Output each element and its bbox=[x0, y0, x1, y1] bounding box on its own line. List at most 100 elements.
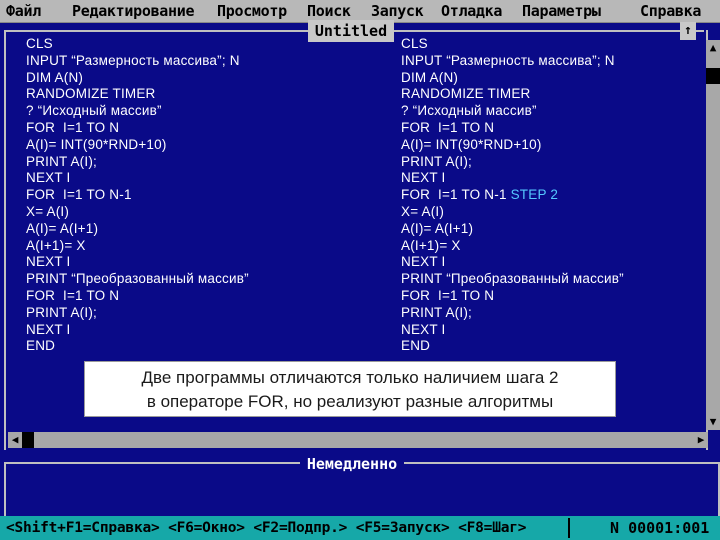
code-line-text: X= A(I) bbox=[26, 203, 70, 219]
code-line[interactable]: NEXT I bbox=[26, 322, 249, 339]
code-line[interactable]: CLS bbox=[401, 36, 624, 53]
code-left-column[interactable]: CLS INPUT “Размерность массива”; N DIM A(N… bbox=[26, 36, 249, 355]
code-line-text: NEXT I bbox=[401, 254, 446, 270]
code-line[interactable]: NEXT I bbox=[401, 170, 624, 187]
code-line-text: DIM A(N) bbox=[401, 69, 459, 85]
code-line-text: FOR I=1 TO N-1 bbox=[401, 187, 507, 203]
code-line-text: A(I+1)= X bbox=[26, 237, 86, 253]
menu-edit[interactable]: Редактирование bbox=[72, 1, 195, 21]
code-line[interactable]: FOR I=1 TO N-1 bbox=[26, 187, 249, 204]
vertical-scrollbar[interactable]: ▲ ▼ bbox=[706, 40, 720, 430]
status-divider bbox=[568, 518, 570, 538]
code-line-text: INPUT “Размерность массива”; N bbox=[401, 52, 615, 68]
code-line-text: FOR I=1 TO N bbox=[26, 287, 120, 303]
menu-help[interactable]: Справка bbox=[640, 1, 701, 21]
code-line[interactable]: PRINT A(I); bbox=[401, 305, 624, 322]
code-line[interactable]: A(I)= A(I+1) bbox=[401, 221, 624, 238]
code-line[interactable]: NEXT I bbox=[401, 322, 624, 339]
code-line[interactable]: FOR I=1 TO N bbox=[401, 120, 624, 137]
immediate-window[interactable] bbox=[4, 464, 720, 516]
code-line-text: FOR I=1 TO N bbox=[401, 119, 495, 135]
menu-debug[interactable]: Отладка bbox=[441, 1, 502, 21]
code-line[interactable]: A(I)= INT(90*RND+10) bbox=[26, 137, 249, 154]
code-line[interactable]: A(I+1)= X bbox=[401, 238, 624, 255]
menu-run[interactable]: Запуск bbox=[371, 1, 424, 21]
code-line[interactable]: PRINT A(I); bbox=[26, 154, 249, 171]
code-line-text: FOR I=1 TO N bbox=[401, 287, 495, 303]
code-line[interactable]: FOR I=1 TO N bbox=[26, 120, 249, 137]
cursor-position: N 00001:001 bbox=[610, 516, 709, 540]
code-line-text: A(I)= A(I+1) bbox=[26, 220, 99, 236]
code-line[interactable]: PRINT “Преобразованный массив” bbox=[401, 271, 624, 288]
status-bar: <Shift+F1=Справка> <F6=Окно> <F2=Подпр.>… bbox=[0, 516, 720, 540]
arrow-left-icon[interactable]: ◀ bbox=[8, 432, 22, 448]
code-right-column[interactable]: CLS INPUT “Размерность массива”; N DIM A(N… bbox=[401, 36, 624, 355]
code-line[interactable]: X= A(I) bbox=[26, 204, 249, 221]
code-line-text: INPUT “Размерность массива”; N bbox=[26, 52, 240, 68]
code-line[interactable]: A(I+1)= X bbox=[26, 238, 249, 255]
code-line[interactable]: INPUT “Размерность массива”; N bbox=[401, 53, 624, 70]
code-line-text: NEXT I bbox=[26, 321, 71, 337]
code-line[interactable]: CLS bbox=[26, 36, 249, 53]
code-line-text: A(I)= INT(90*RND+10) bbox=[26, 136, 167, 152]
code-line[interactable]: NEXT I bbox=[26, 170, 249, 187]
code-line-text: ? “Исходный массив” bbox=[401, 103, 537, 119]
code-line[interactable]: FOR I=1 TO N bbox=[26, 288, 249, 305]
code-line[interactable]: RANDOMIZE TIMER bbox=[26, 86, 249, 103]
code-line-text: PRINT “Преобразованный массив” bbox=[26, 271, 249, 287]
code-line-text: PRINT A(I); bbox=[401, 153, 472, 169]
menu-search[interactable]: Поиск bbox=[307, 1, 351, 21]
status-mode: N bbox=[610, 519, 620, 537]
step-keyword-highlight: STEP 2 bbox=[506, 187, 559, 203]
code-line-text: PRINT A(I); bbox=[26, 153, 97, 169]
window-title[interactable]: Untitled bbox=[308, 20, 394, 42]
code-line[interactable]: RANDOMIZE TIMER bbox=[401, 86, 624, 103]
code-line[interactable]: FOR I=1 TO N bbox=[401, 288, 624, 305]
code-line-text: PRINT “Преобразованный массив” bbox=[401, 271, 624, 287]
code-line[interactable]: END bbox=[26, 338, 249, 355]
code-line[interactable]: ? “Исходный массив” bbox=[401, 103, 624, 120]
status-position: 00001:001 bbox=[628, 519, 710, 537]
menu-view[interactable]: Просмотр bbox=[217, 1, 287, 21]
code-line[interactable]: DIM A(N) bbox=[26, 70, 249, 87]
code-line-text: CLS bbox=[26, 36, 53, 51]
code-line-text: END bbox=[26, 338, 56, 354]
code-line[interactable]: PRINT A(I); bbox=[26, 305, 249, 322]
horizontal-scroll-thumb[interactable] bbox=[22, 432, 34, 448]
arrow-down-icon[interactable]: ▼ bbox=[706, 414, 720, 430]
code-line[interactable]: A(I)= A(I+1) bbox=[26, 221, 249, 238]
code-line[interactable]: END bbox=[401, 338, 624, 355]
code-line-text: FOR I=1 TO N bbox=[26, 119, 120, 135]
code-line[interactable]: NEXT I bbox=[26, 254, 249, 271]
code-line[interactable]: NEXT I bbox=[401, 254, 624, 271]
code-line-text: CLS bbox=[401, 36, 428, 51]
code-line[interactable]: PRINT A(I); bbox=[401, 154, 624, 171]
menu-file[interactable]: Файл bbox=[6, 1, 41, 21]
maximize-button[interactable]: ↑ bbox=[680, 22, 696, 40]
arrow-up-icon[interactable]: ▲ bbox=[706, 40, 720, 56]
code-line-text: NEXT I bbox=[26, 170, 71, 186]
horizontal-scrollbar[interactable]: ◀ ▶ bbox=[8, 432, 708, 448]
code-line[interactable]: ? “Исходный массив” bbox=[26, 103, 249, 120]
code-line[interactable]: DIM A(N) bbox=[401, 70, 624, 87]
caption-line-2: в операторе FOR, но реализуют разные алг… bbox=[146, 392, 554, 411]
arrow-right-icon[interactable]: ▶ bbox=[694, 432, 708, 448]
code-line-text: NEXT I bbox=[401, 321, 446, 337]
code-line-text: RANDOMIZE TIMER bbox=[26, 86, 156, 102]
vertical-scroll-thumb[interactable] bbox=[706, 68, 720, 84]
code-line-text: DIM A(N) bbox=[26, 69, 84, 85]
code-line-text: NEXT I bbox=[401, 170, 446, 186]
caption-box: Две программы отличаются только наличием… bbox=[84, 361, 616, 417]
code-line-text: END bbox=[401, 338, 431, 354]
code-line[interactable]: INPUT “Размерность массива”; N bbox=[26, 53, 249, 70]
code-line-text: PRINT A(I); bbox=[26, 304, 97, 320]
caption-line-1: Две программы отличаются только наличием… bbox=[141, 368, 559, 387]
menu-options[interactable]: Параметры bbox=[522, 1, 601, 21]
code-line-text: RANDOMIZE TIMER bbox=[401, 86, 531, 102]
code-line[interactable]: PRINT “Преобразованный массив” bbox=[26, 271, 249, 288]
code-line-text: A(I)= A(I+1) bbox=[401, 220, 474, 236]
code-line-text: ? “Исходный массив” bbox=[26, 103, 162, 119]
code-line[interactable]: X= A(I) bbox=[401, 204, 624, 221]
code-line[interactable]: A(I)= INT(90*RND+10) bbox=[401, 137, 624, 154]
code-line[interactable]: FOR I=1 TO N-1 STEP 2 bbox=[401, 187, 624, 204]
